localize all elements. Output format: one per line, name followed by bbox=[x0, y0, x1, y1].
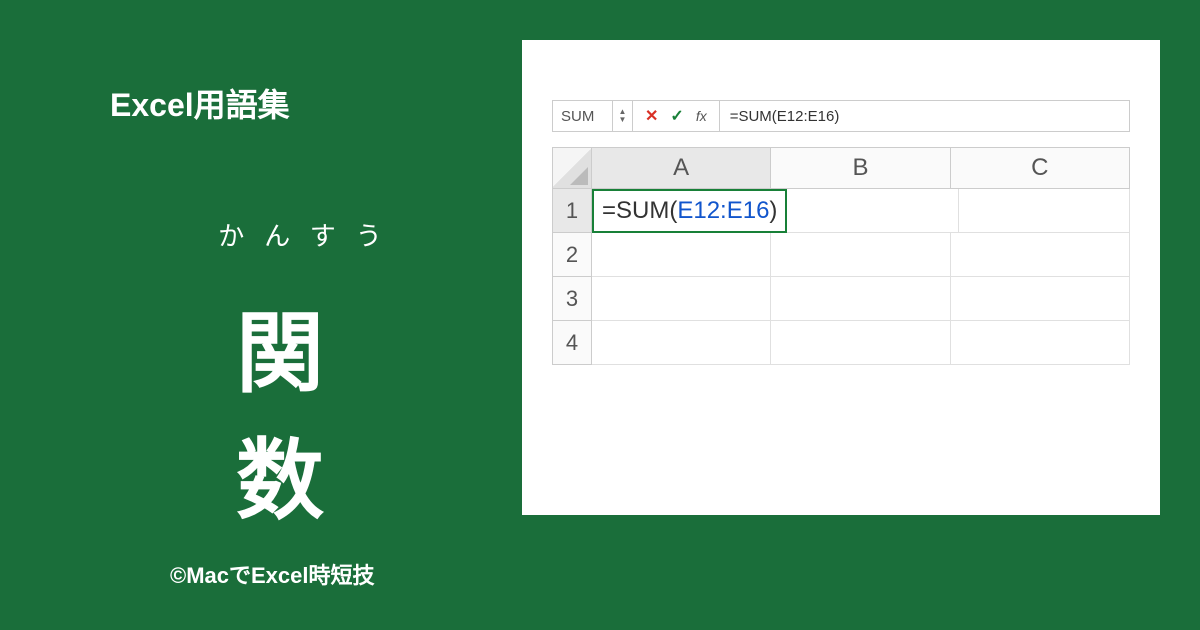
select-all-corner[interactable] bbox=[552, 147, 592, 189]
column-header-row: A B C bbox=[552, 147, 1130, 189]
cell-c1[interactable] bbox=[959, 189, 1130, 233]
glossary-title: Excel用語集 bbox=[110, 80, 510, 126]
cell-c3[interactable] bbox=[951, 277, 1130, 321]
cell-formula-prefix: =SUM( bbox=[602, 197, 677, 225]
row-header-3[interactable]: 3 bbox=[552, 277, 592, 321]
excel-screenshot-panel: SUM ▲ ▼ ✕ ✓ fx =SUM(E12:E16) A B C 1 =SU… bbox=[522, 40, 1160, 515]
confirm-icon[interactable]: ✓ bbox=[670, 106, 683, 126]
cell-formula-suffix: ) bbox=[769, 197, 777, 225]
cell-formula-ref: E12:E16 bbox=[677, 197, 769, 225]
cell-c2[interactable] bbox=[951, 233, 1130, 277]
cell-b3[interactable] bbox=[771, 277, 950, 321]
formula-input[interactable]: =SUM(E12:E16) bbox=[720, 108, 1129, 125]
grid-row: 1 =SUM(E12:E16) bbox=[552, 189, 1130, 233]
name-box[interactable]: SUM bbox=[553, 101, 613, 131]
term-kanji: 関 数 bbox=[110, 283, 510, 537]
column-header-a[interactable]: A bbox=[592, 147, 771, 189]
cell-a3[interactable] bbox=[592, 277, 771, 321]
row-header-1[interactable]: 1 bbox=[552, 189, 592, 233]
cell-a4[interactable] bbox=[592, 321, 771, 365]
row-header-2[interactable]: 2 bbox=[552, 233, 592, 277]
left-panel: Excel用語集 かんすう 関 数 bbox=[110, 80, 510, 537]
spreadsheet-grid: A B C 1 =SUM(E12:E16) 2 3 4 bbox=[552, 147, 1130, 365]
grid-row: 3 bbox=[552, 277, 1130, 321]
cell-c4[interactable] bbox=[951, 321, 1130, 365]
fx-icon[interactable]: fx bbox=[696, 108, 707, 124]
grid-row: 4 bbox=[552, 321, 1130, 365]
cell-b2[interactable] bbox=[771, 233, 950, 277]
cell-b4[interactable] bbox=[771, 321, 950, 365]
grid-row: 2 bbox=[552, 233, 1130, 277]
stepper-down-icon: ▼ bbox=[619, 116, 627, 124]
cell-b1[interactable] bbox=[787, 189, 958, 233]
name-box-stepper[interactable]: ▲ ▼ bbox=[613, 101, 633, 131]
term-reading: かんすう bbox=[110, 216, 510, 253]
column-header-c[interactable]: C bbox=[951, 147, 1130, 189]
formula-bar: SUM ▲ ▼ ✕ ✓ fx =SUM(E12:E16) bbox=[552, 100, 1130, 132]
cell-a1[interactable]: =SUM(E12:E16) bbox=[592, 189, 787, 233]
row-header-4[interactable]: 4 bbox=[552, 321, 592, 365]
column-header-b[interactable]: B bbox=[771, 147, 950, 189]
cell-a2[interactable] bbox=[592, 233, 771, 277]
cancel-icon[interactable]: ✕ bbox=[645, 106, 658, 126]
formula-controls: ✕ ✓ fx bbox=[633, 101, 720, 131]
copyright-text: ©MacでExcel時短技 bbox=[170, 558, 375, 590]
